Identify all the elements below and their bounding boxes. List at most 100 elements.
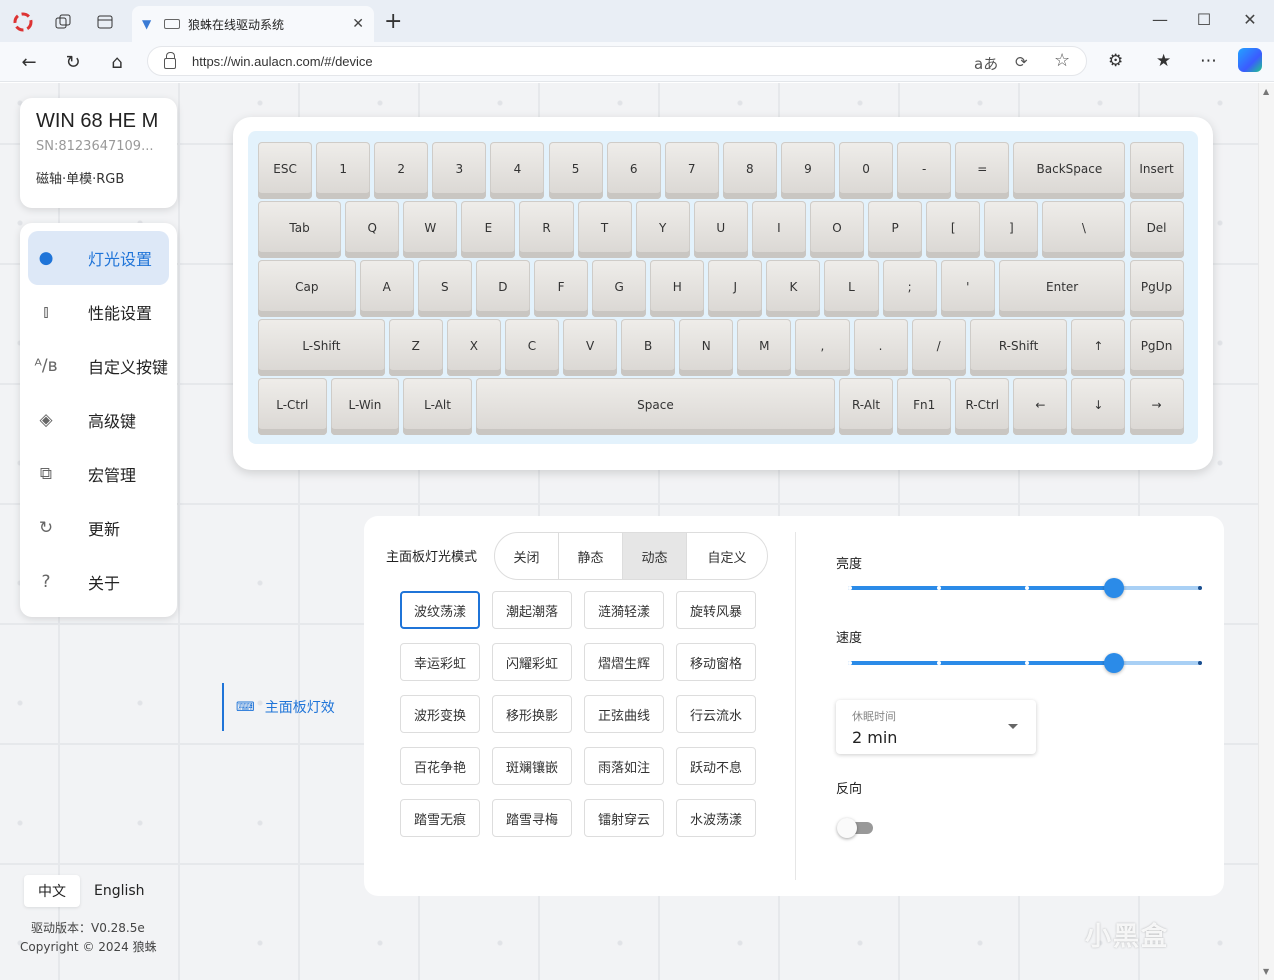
key[interactable]: L-Ctrl [258,378,327,435]
effect-button[interactable]: 闪耀彩虹 [492,643,572,681]
read-aloud-icon[interactable]: aあ [974,53,998,74]
sleep-time-select[interactable]: 休眠时间 2 min [836,700,1036,754]
sidebar-item-3[interactable]: ◈ 高级键 [28,393,169,447]
key[interactable]: 8 [722,142,777,199]
key[interactable]: M [737,319,792,376]
key[interactable]: T [577,201,632,258]
browser-tab[interactable]: ▼ 狼蛛在线驱动系统 ✕ [132,6,374,42]
key[interactable]: ESC [258,142,313,199]
key[interactable]: P [868,201,923,258]
key[interactable]: Y [635,201,690,258]
key[interactable]: E [461,201,516,258]
effect-button[interactable]: 跃动不息 [676,747,756,785]
key[interactable]: [ [926,201,981,258]
sidebar-item-4[interactable]: ⧉ 宏管理 [28,447,169,501]
brightness-slider[interactable] [848,578,1202,598]
key[interactable]: ' [940,260,995,317]
key[interactable]: S [417,260,472,317]
sub-nav-main-panel-effects[interactable]: ⌨ 主面板灯效 [222,683,335,731]
key[interactable]: Del [1129,201,1184,258]
key[interactable]: ; [882,260,937,317]
key[interactable]: 0 [839,142,894,199]
key[interactable]: L-Win [330,378,400,435]
key[interactable]: I [751,201,806,258]
key[interactable]: 9 [780,142,835,199]
key[interactable]: H [650,260,705,317]
effect-button[interactable]: 移形换影 [492,695,572,733]
refresh-button[interactable]: ↻ [61,50,85,74]
key[interactable]: Q [345,201,400,258]
reverse-toggle[interactable] [837,818,875,838]
key[interactable]: Insert [1129,142,1184,199]
key[interactable]: 1 [316,142,371,199]
effect-button[interactable]: 踏雪无痕 [400,799,480,837]
key[interactable]: - [897,142,952,199]
sidebar-item-6[interactable]: ? 关于 [28,555,169,609]
workspaces-icon[interactable] [52,11,74,33]
key[interactable]: Tab [258,201,342,258]
mode-option[interactable]: 自定义 [687,533,767,579]
key[interactable]: , [795,319,850,376]
key[interactable]: Enter [998,260,1126,317]
speed-slider[interactable] [848,653,1202,673]
address-bar[interactable]: https://win.aulacn.com/#/device [147,46,1087,76]
key[interactable]: L [824,260,879,317]
minimize-button[interactable]: — [1150,10,1170,29]
more-menu-icon[interactable]: ⋯ [1200,51,1217,71]
tab-close-icon[interactable]: ✕ [352,16,364,32]
key[interactable]: PgUp [1129,260,1184,317]
key[interactable]: = [955,142,1010,199]
effect-button[interactable]: 雨落如注 [584,747,664,785]
key[interactable]: X [446,319,501,376]
key[interactable]: F [533,260,589,317]
mode-option[interactable]: 动态 [623,533,687,579]
key[interactable]: B [621,319,676,376]
maximize-button[interactable]: ☐ [1194,10,1214,29]
key[interactable]: Fn1 [897,378,952,435]
mode-option[interactable]: 静态 [559,533,623,579]
scroll-down-icon[interactable]: ▼ [1263,967,1269,976]
favorite-star-icon[interactable]: ☆ [1054,50,1070,71]
device-card[interactable]: WIN 68 HE M SN:8123647109... 磁轴·单模·RGB [20,98,177,208]
sidebar-item-5[interactable]: ↻ 更新 [28,501,169,555]
key[interactable]: G [592,260,647,317]
toggle-knob[interactable] [837,818,857,838]
effect-button[interactable]: 水波荡漾 [676,799,756,837]
key[interactable]: U [693,201,748,258]
key[interactable]: PgDn [1129,319,1184,376]
key[interactable]: Space [475,378,835,435]
key[interactable]: ← [1013,378,1068,435]
key[interactable]: ] [984,201,1039,258]
key[interactable]: 4 [490,142,545,199]
key[interactable]: Z [388,319,443,376]
key[interactable]: N [679,319,734,376]
extensions-icon[interactable]: ⚙ [1108,51,1123,71]
effect-button[interactable]: 移动窗格 [676,643,756,681]
sidebar-item-2[interactable]: ᴬ/ʙ 自定义按键 [28,339,169,393]
key[interactable]: R-Shift [969,319,1068,376]
close-window-button[interactable]: ✕ [1240,10,1260,29]
effect-button[interactable]: 潮起潮落 [492,591,572,629]
key[interactable]: O [809,201,865,258]
back-button[interactable]: ← [17,50,41,74]
url-text[interactable]: https://win.aulacn.com/#/device [192,54,373,69]
key[interactable]: ↑ [1071,319,1126,376]
key[interactable]: Cap [258,260,356,317]
effect-button[interactable]: 百花争艳 [400,747,480,785]
key[interactable]: C [504,319,560,376]
key[interactable]: 3 [432,142,487,199]
key[interactable]: BackSpace [1013,142,1126,199]
page-scrollbar[interactable]: ▲ ▼ [1258,83,1274,980]
copilot-icon[interactable] [1238,48,1262,72]
key[interactable]: V [563,319,618,376]
key[interactable]: L-Shift [258,319,385,376]
key[interactable]: \ [1042,201,1126,258]
key[interactable]: ↓ [1071,378,1126,435]
lang-zh-button[interactable]: 中文 [24,875,80,907]
effect-button[interactable]: 波纹荡漾 [400,591,480,629]
slider-thumb[interactable] [1103,653,1124,673]
effect-button[interactable]: 镭射穿云 [584,799,664,837]
effect-button[interactable]: 幸运彩虹 [400,643,480,681]
key[interactable]: . [853,319,908,376]
key[interactable]: L-Alt [403,378,472,435]
